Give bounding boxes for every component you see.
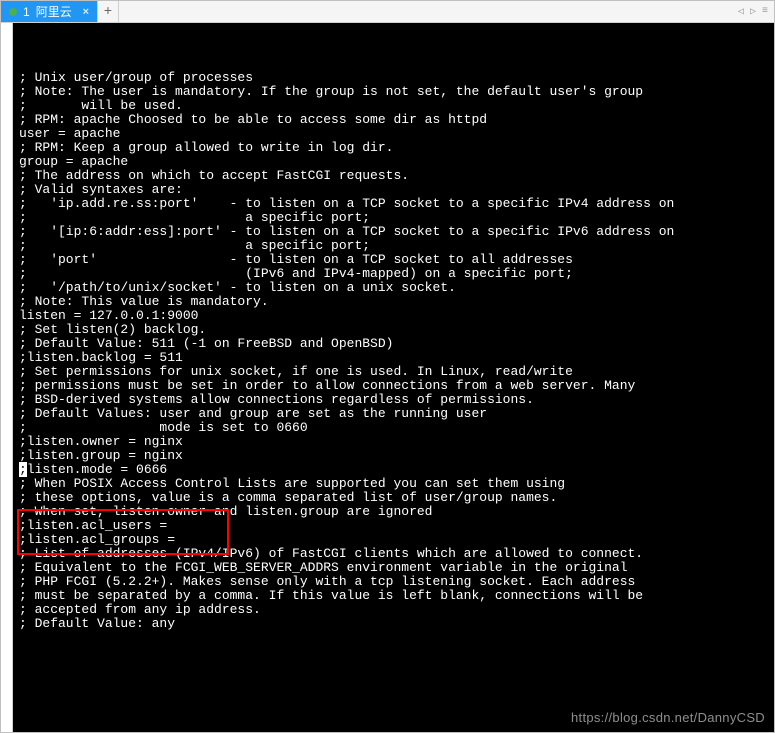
terminal-line: ; '[ip:6:addr:ess]:port' - to listen on … — [19, 225, 774, 239]
terminal-line: ;listen.acl_groups = — [19, 533, 774, 547]
editor-area: ; Unix user/group of processes; Note: Th… — [1, 23, 774, 732]
terminal-line: ; Set permissions for unix socket, if on… — [19, 365, 774, 379]
tab-active[interactable]: 1 阿里云 × — [1, 1, 97, 22]
nav-menu-icon[interactable]: ≡ — [760, 6, 770, 17]
terminal-line: ; PHP FCGI (5.2.2+). Makes sense only wi… — [19, 575, 774, 589]
terminal-line: ; 'ip.add.re.ss:port' - to listen on a T… — [19, 197, 774, 211]
terminal-line: group = apache — [19, 155, 774, 169]
terminal-line: ;listen.owner = nginx — [19, 435, 774, 449]
terminal-line: ; When set, listen.owner and listen.grou… — [19, 505, 774, 519]
terminal-line: ; Note: The user is mandatory. If the gr… — [19, 85, 774, 99]
cursor: ; — [19, 462, 27, 477]
terminal-line: ; '/path/to/unix/socket' - to listen on … — [19, 281, 774, 295]
terminal-line: ; these options, value is a comma separa… — [19, 491, 774, 505]
close-icon[interactable]: × — [83, 6, 89, 18]
terminal-line: ; Valid syntaxes are: — [19, 183, 774, 197]
terminal-line: ;listen.backlog = 511 — [19, 351, 774, 365]
terminal-line: ; permissions must be set in order to al… — [19, 379, 774, 393]
terminal-line: ; RPM: Keep a group allowed to write in … — [19, 141, 774, 155]
status-dot-icon — [9, 8, 17, 16]
terminal-line: ;listen.acl_users = — [19, 519, 774, 533]
tab-label: 阿里云 — [36, 3, 72, 20]
terminal-line: ; a specific port; — [19, 211, 774, 225]
terminal-viewport[interactable]: ; Unix user/group of processes; Note: Th… — [13, 23, 774, 732]
gutter — [1, 23, 13, 732]
terminal-line: ; RPM: apache Choosed to be able to acce… — [19, 113, 774, 127]
terminal-line: ; Default Value: any — [19, 617, 774, 631]
terminal-line: ; must be separated by a comma. If this … — [19, 589, 774, 603]
nav-right-icon[interactable]: ▷ — [748, 6, 758, 18]
terminal-line: ; will be used. — [19, 99, 774, 113]
terminal-line: ;listen.mode = 0666 — [19, 463, 774, 477]
terminal-line: ; accepted from any ip address. — [19, 603, 774, 617]
tab-nav: ◁ ▷ ≡ — [736, 1, 774, 22]
terminal-line: user = apache — [19, 127, 774, 141]
tab-index: 1 — [23, 5, 30, 19]
nav-left-icon[interactable]: ◁ — [736, 6, 746, 18]
terminal-line: ; List of addresses (IPv4/IPv6) of FastC… — [19, 547, 774, 561]
terminal-line: ; When POSIX Access Control Lists are su… — [19, 477, 774, 491]
terminal-line: ; BSD-derived systems allow connections … — [19, 393, 774, 407]
terminal-line: ; Default Value: 511 (-1 on FreeBSD and … — [19, 337, 774, 351]
terminal-line: ; The address on which to accept FastCGI… — [19, 169, 774, 183]
terminal-line: ; a specific port; — [19, 239, 774, 253]
tab-bar: 1 阿里云 × + ◁ ▷ ≡ — [1, 1, 774, 23]
terminal-line: ; Equivalent to the FCGI_WEB_SERVER_ADDR… — [19, 561, 774, 575]
plus-icon: + — [104, 4, 112, 20]
terminal-line: ; Set listen(2) backlog. — [19, 323, 774, 337]
terminal-line: listen = 127.0.0.1:9000 — [19, 309, 774, 323]
terminal-line: ; Default Values: user and group are set… — [19, 407, 774, 421]
terminal-line: ; Note: This value is mandatory. — [19, 295, 774, 309]
terminal-line: ;listen.group = nginx — [19, 449, 774, 463]
terminal-line: ; 'port' - to listen on a TCP socket to … — [19, 253, 774, 267]
new-tab-button[interactable]: + — [97, 1, 119, 22]
terminal-line: ; mode is set to 0660 — [19, 421, 774, 435]
terminal-line: ; (IPv6 and IPv4-mapped) on a specific p… — [19, 267, 774, 281]
terminal-line: ; Unix user/group of processes — [19, 71, 774, 85]
window-frame: 1 阿里云 × + ◁ ▷ ≡ ; Unix user/group of pro… — [0, 0, 775, 733]
